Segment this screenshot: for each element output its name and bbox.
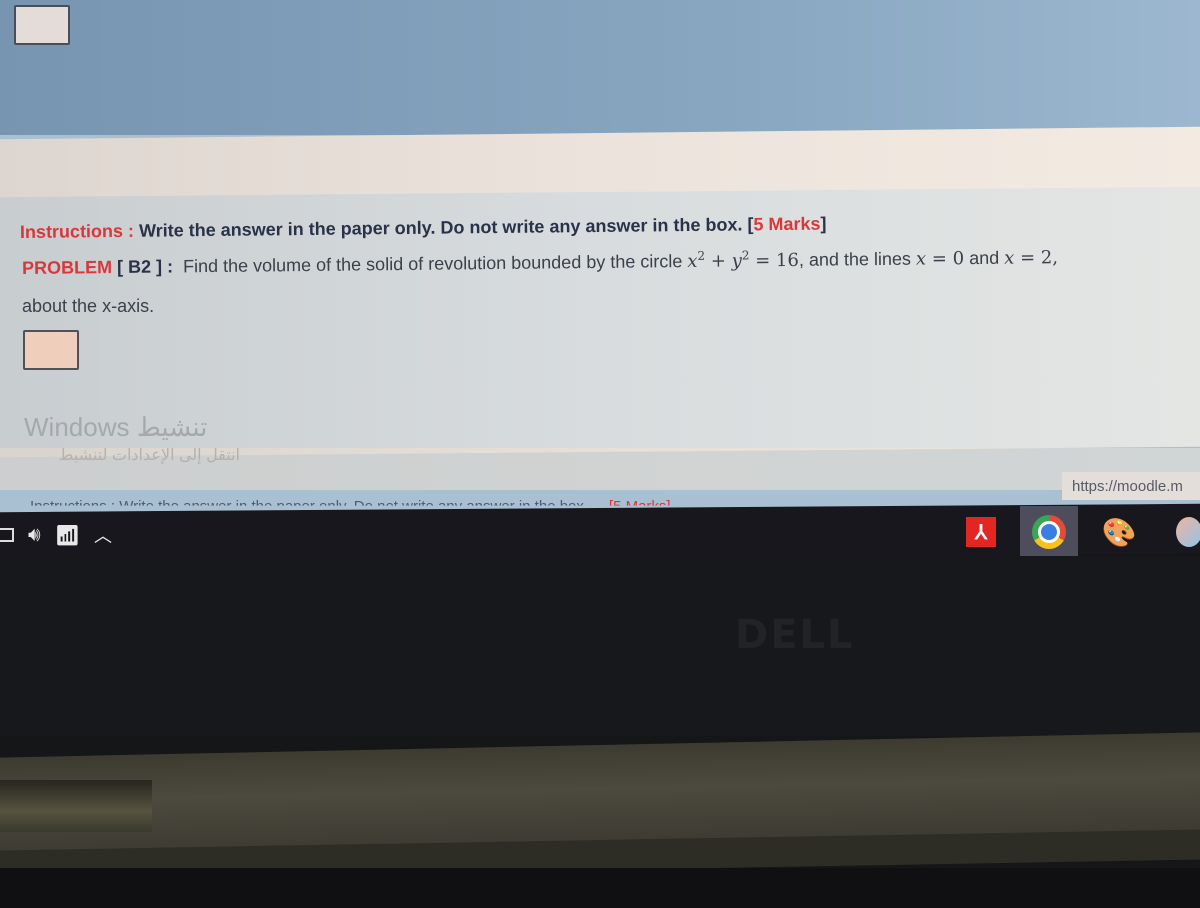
and-text: and xyxy=(964,247,1005,269)
marks-close: ] xyxy=(820,213,827,234)
activate-windows-subtitle: انتقل إلى الإعدادات لتنشيط xyxy=(58,447,240,464)
eq-rhs: = 16 xyxy=(749,249,800,272)
problem-text-3: about the x-axis. xyxy=(22,296,155,316)
eq-plus: + xyxy=(705,250,732,272)
eq-y: y xyxy=(731,250,742,272)
chrome-icon xyxy=(1032,515,1066,549)
paint-palette-icon: 🎨 xyxy=(1101,516,1137,548)
line2-eq: x = 2, xyxy=(1004,247,1058,269)
eq-y-exp: 2 xyxy=(741,248,750,263)
eq-x: x xyxy=(687,250,698,273)
taskbar-app-partial[interactable] xyxy=(1160,506,1200,558)
problem-text: Find the volume of the solid of revoluti… xyxy=(182,251,683,277)
marks-value: 5 Marks xyxy=(753,213,821,235)
taskbar-app-chrome[interactable] xyxy=(1020,506,1078,560)
line1-var: x xyxy=(915,248,927,270)
screen: Instructions : Write the answer in the p… xyxy=(0,0,1200,520)
dell-logo: DELL xyxy=(735,612,855,658)
monitor-bezel xyxy=(0,556,1200,736)
answer-input-box[interactable] xyxy=(23,330,79,370)
line1-rhs: = 0 xyxy=(926,248,965,270)
hinge-notch xyxy=(0,780,152,832)
wifi-icon[interactable]: 📶︎ xyxy=(55,523,80,548)
acrobat-icon: ⅄ xyxy=(966,517,996,547)
problem-id: [ B2 ] : xyxy=(116,256,174,278)
problem-text-2: , and the lines xyxy=(798,248,912,270)
url-tooltip: https://moodle.m xyxy=(1062,472,1200,500)
activate-windows-title: Windows تنشيط xyxy=(24,412,208,442)
app-icon xyxy=(1176,517,1200,547)
instructions-label: Instructions : xyxy=(19,220,135,242)
equation: x2 + y2 = 16 xyxy=(687,248,800,273)
line2-rhs: = 2, xyxy=(1014,247,1059,269)
volume-icon[interactable]: 🔊︎ xyxy=(28,524,41,547)
problem-label: PROBLEM xyxy=(21,257,113,278)
background-surface xyxy=(0,868,1200,908)
taskbar-app-acrobat[interactable]: ⅄ xyxy=(952,506,1010,560)
system-tray: 🔊︎ 📶︎ ︿ xyxy=(0,522,112,548)
taskbar-app-paint[interactable]: 🎨 xyxy=(1090,506,1148,558)
line1-eq: x = 0 xyxy=(916,248,964,270)
top-input-box[interactable] xyxy=(14,5,70,45)
battery-icon[interactable] xyxy=(0,528,14,542)
header-band xyxy=(0,0,1200,135)
line2-var: x xyxy=(1004,247,1015,269)
chevron-up-icon[interactable]: ︿ xyxy=(94,522,112,548)
